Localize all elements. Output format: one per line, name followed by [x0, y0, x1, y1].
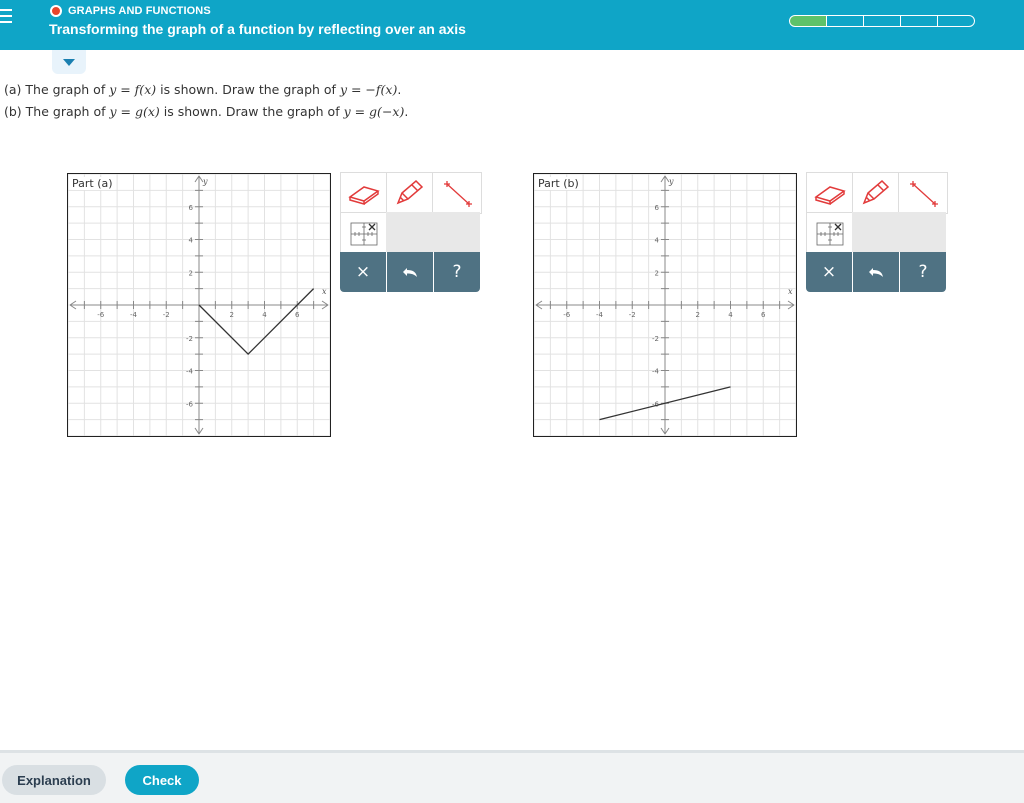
clear-button-a[interactable]: × — [340, 252, 387, 292]
help-button-b[interactable]: ? — [900, 252, 946, 292]
x-tick-label: -4 — [596, 311, 604, 319]
progress-segment — [900, 15, 938, 27]
x-tick-label: -4 — [130, 311, 138, 319]
y-axis-label: y — [668, 177, 674, 186]
x-tick-label: -6 — [97, 311, 105, 319]
toolbox-a: × ? — [340, 172, 482, 292]
graph-canvas-b[interactable]: -6 -4 -2 2 4 6642-2-4-6xy — [534, 174, 796, 436]
undo-icon — [403, 268, 417, 277]
x-tick-label: 4 — [262, 311, 267, 319]
graph-label-b: Part (b) — [538, 177, 581, 190]
graph-part-b[interactable]: -6 -4 -2 2 4 6 6 4 2 -2 -4 -6 x y Part (b) — [533, 173, 797, 437]
y-tick-label: -2 — [186, 335, 193, 343]
clear-button-b[interactable]: × — [806, 252, 853, 292]
undo-icon — [869, 268, 883, 277]
question-b: (b) The graph of y = g(x) is shown. Draw… — [4, 104, 409, 119]
collapse-toggle[interactable] — [52, 50, 86, 74]
tool-empty-slot-b — [852, 212, 946, 252]
undo-button-a[interactable] — [387, 252, 434, 292]
progress-bar — [789, 15, 975, 27]
footer-bar: Explanation Check — [0, 750, 1024, 803]
x-tick-label: 6 — [761, 311, 766, 319]
eraser-icon — [814, 186, 846, 205]
toolbox-b: × ? — [806, 172, 948, 292]
y-tick-label: -4 — [652, 368, 660, 376]
pencil-button-b[interactable] — [852, 172, 900, 214]
y-tick-label: -6 — [186, 400, 194, 408]
chevron-down-icon — [63, 58, 75, 66]
x-tick-label: 4 — [728, 311, 733, 319]
x-tick-label: 6 — [295, 311, 300, 319]
x-tick-label: -6 — [563, 311, 571, 319]
action-bar-a: × ? — [340, 252, 480, 292]
progress-segment — [937, 15, 975, 27]
y-tick-label: 4 — [189, 237, 194, 245]
graph-delete-icon — [816, 222, 844, 246]
x-tick-label: -2 — [629, 311, 636, 319]
graph-part-a[interactable]: -6 -4 -2 2 4 6 6 4 2 -2 -4 -6 x y Part (a) — [67, 173, 331, 437]
graph-canvas-a[interactable]: -6 -4 -2 2 4 6 6 4 2 -2 -4 -6 x y — [68, 174, 330, 436]
y-axis-label: y — [202, 177, 208, 186]
menu-icon[interactable] — [0, 9, 12, 29]
eraser-icon — [348, 186, 380, 205]
pencil-icon — [862, 179, 890, 205]
action-bar-b: × ? — [806, 252, 946, 292]
graph-delete-icon — [350, 222, 378, 246]
topic-heading: GRAPHS AND FUNCTIONS — [50, 5, 211, 17]
y-tick-label: -4 — [186, 368, 194, 376]
question-a: (a) The graph of y = f(x) is shown. Draw… — [4, 82, 402, 97]
eraser-button-a[interactable] — [340, 172, 388, 214]
y-tick-label: -2 — [652, 335, 659, 343]
header-bar: GRAPHS AND FUNCTIONS Transforming the gr… — [0, 0, 1024, 50]
progress-segment — [863, 15, 901, 27]
line-segment-icon — [910, 181, 938, 207]
y-tick-label: 4 — [655, 237, 660, 245]
delete-graph-button-a[interactable] — [340, 212, 388, 254]
y-tick-label: 6 — [655, 204, 660, 212]
eraser-button-b[interactable] — [806, 172, 854, 214]
y-tick-label: 2 — [655, 269, 659, 277]
page-title: Transforming the graph of a function by … — [49, 21, 466, 37]
math-target-b: y = g(−x) — [343, 104, 405, 119]
check-button[interactable]: Check — [125, 765, 199, 795]
segment-button-b[interactable] — [898, 172, 948, 214]
topic-text: GRAPHS AND FUNCTIONS — [68, 5, 211, 17]
topic-status-icon — [50, 5, 62, 17]
progress-segment — [789, 15, 827, 27]
x-tick-label: -2 — [163, 311, 170, 319]
x-axis-label: x — [788, 287, 793, 296]
segment-button-a[interactable] — [432, 172, 482, 214]
pencil-icon — [396, 179, 424, 205]
pencil-button-a[interactable] — [386, 172, 434, 214]
tool-empty-slot-a — [386, 212, 480, 252]
x-axis-label: x — [322, 287, 327, 296]
undo-button-b[interactable] — [853, 252, 900, 292]
progress-segment — [826, 15, 864, 27]
y-tick-label: 2 — [189, 269, 193, 277]
help-button-a[interactable]: ? — [434, 252, 480, 292]
x-tick-label: 2 — [230, 311, 234, 319]
math-given-a: y = f(x) — [109, 82, 157, 97]
math-target-a: y = −f(x) — [339, 82, 398, 97]
y-tick-label: 6 — [189, 204, 194, 212]
line-segment-icon — [444, 181, 472, 207]
math-given-b: y = g(x) — [109, 104, 160, 119]
graph-label-a: Part (a) — [72, 177, 115, 190]
x-tick-label: 2 — [696, 311, 700, 319]
explanation-button[interactable]: Explanation — [2, 765, 106, 795]
delete-graph-button-b[interactable] — [806, 212, 854, 254]
